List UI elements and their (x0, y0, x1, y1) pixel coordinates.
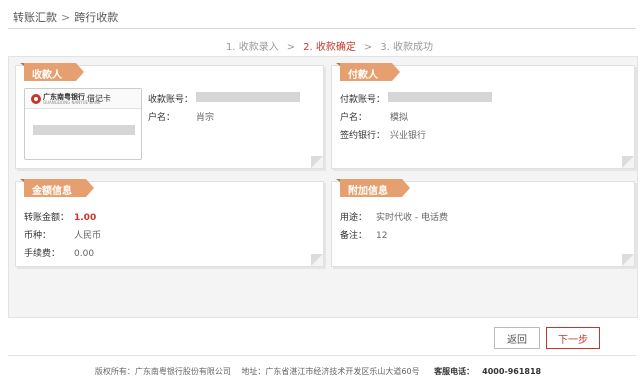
payer-bank-value: 兴业银行 (390, 131, 427, 141)
payee-account-row: 收款账号： (148, 92, 193, 105)
step-arrow: > (363, 42, 373, 53)
currency-label: 币种： (24, 231, 52, 241)
payee-card: 收款人 广东南粤银行 GUANGDONG NANYUE BANK 借记卡 收款账… (15, 63, 324, 169)
purpose-label: 用途： (340, 213, 368, 223)
payee-name-value: 肖宗 (196, 113, 215, 123)
step-arrow: > (286, 42, 296, 53)
payer-account-masked (388, 92, 492, 102)
step-indicator: 1. 收款录入 >2. 收款确定 >3. 收款成功 (226, 38, 433, 53)
payee-tab: 收款人 (20, 63, 84, 81)
payer-bank-row: 签约银行： 兴业银行 (340, 128, 426, 141)
footer-copyright: 版权所有：广东南粤银行股份有限公司 (94, 367, 231, 376)
payee-name-row: 户名： 肖宗 (148, 110, 214, 123)
extra-info-tab: 附加信息 (336, 179, 410, 197)
breadcrumb-current: 跨行收款 (74, 11, 119, 24)
payer-account-row: 付款账号： (340, 92, 385, 105)
remark-row: 备注： 12 (340, 228, 387, 241)
currency-row: 币种： 人民币 (24, 228, 101, 241)
corner-fold (311, 254, 323, 266)
step-1: 1. 收款录入 (226, 42, 279, 53)
remark-value: 12 (376, 231, 388, 241)
footer: 版权所有：广东南粤银行股份有限公司 地址：广东省湛江市经济技术开发区乐山大道60… (0, 366, 640, 377)
back-button[interactable]: 返回 (494, 327, 540, 349)
amount-value: 1.00 (74, 213, 97, 223)
footer-address: 地址：广东省湛江市经济技术开发区乐山大道60号 (241, 367, 420, 376)
content-panel: 收款人 广东南粤银行 GUANGDONG NANYUE BANK 借记卡 收款账… (8, 56, 638, 318)
bank-logo-icon (31, 94, 41, 104)
amount-row: 转账金额： 1.00 (24, 210, 96, 223)
payee-account-label: 收款账号： (148, 95, 194, 105)
corner-fold (622, 156, 634, 168)
masked-card-number (33, 125, 135, 135)
footer-divider (8, 355, 636, 356)
header-divider (8, 28, 636, 29)
step-2: 2. 收款确定 (303, 42, 356, 53)
payer-name-value: 模拟 (390, 113, 409, 123)
purpose-row: 用途： 实时代收 - 电话费 (340, 210, 448, 223)
payee-name-label: 户名： (148, 113, 176, 123)
card-type: 借记卡 (87, 94, 111, 103)
amount-tab: 金额信息 (20, 179, 94, 197)
currency-value: 人民币 (74, 231, 102, 241)
amount-label: 转账金额： (24, 213, 70, 223)
next-button[interactable]: 下一步 (546, 327, 600, 349)
corner-fold (311, 156, 323, 168)
payer-account-label: 付款账号： (340, 95, 386, 105)
payer-bank-label: 签约银行： (340, 131, 386, 141)
fee-row: 手续费： 0.00 (24, 246, 94, 259)
footer-hotline-value: 4000-961818 (482, 367, 542, 376)
breadcrumb-parent[interactable]: 转账汇款 (13, 11, 57, 24)
breadcrumb-separator: > (61, 11, 71, 24)
payee-account-masked (196, 92, 300, 102)
bank-card: 广东南粤银行 GUANGDONG NANYUE BANK 借记卡 (24, 88, 142, 160)
fee-label: 手续费： (24, 249, 61, 259)
payer-name-row: 户名： 模拟 (340, 110, 408, 123)
payer-card: 付款人 付款账号： 户名： 模拟 签约银行： 兴业银行 (331, 63, 635, 169)
corner-fold (622, 254, 634, 266)
extra-info-card: 附加信息 用途： 实时代收 - 电话费 备注： 12 (331, 179, 635, 267)
payer-name-label: 户名： (340, 113, 368, 123)
amount-card: 金额信息 转账金额： 1.00 币种： 人民币 手续费： 0.00 (15, 179, 324, 267)
purpose-value: 实时代收 - 电话费 (376, 213, 448, 223)
bank-card-header: 广东南粤银行 GUANGDONG NANYUE BANK 借记卡 (25, 89, 141, 109)
payer-tab: 付款人 (336, 63, 400, 81)
breadcrumb: 转账汇款 > 跨行收款 (13, 9, 118, 25)
step-3: 3. 收款成功 (380, 42, 433, 53)
fee-value: 0.00 (74, 249, 95, 259)
remark-label: 备注： (340, 231, 368, 241)
footer-hotline-label: 客服电话： (434, 367, 475, 376)
